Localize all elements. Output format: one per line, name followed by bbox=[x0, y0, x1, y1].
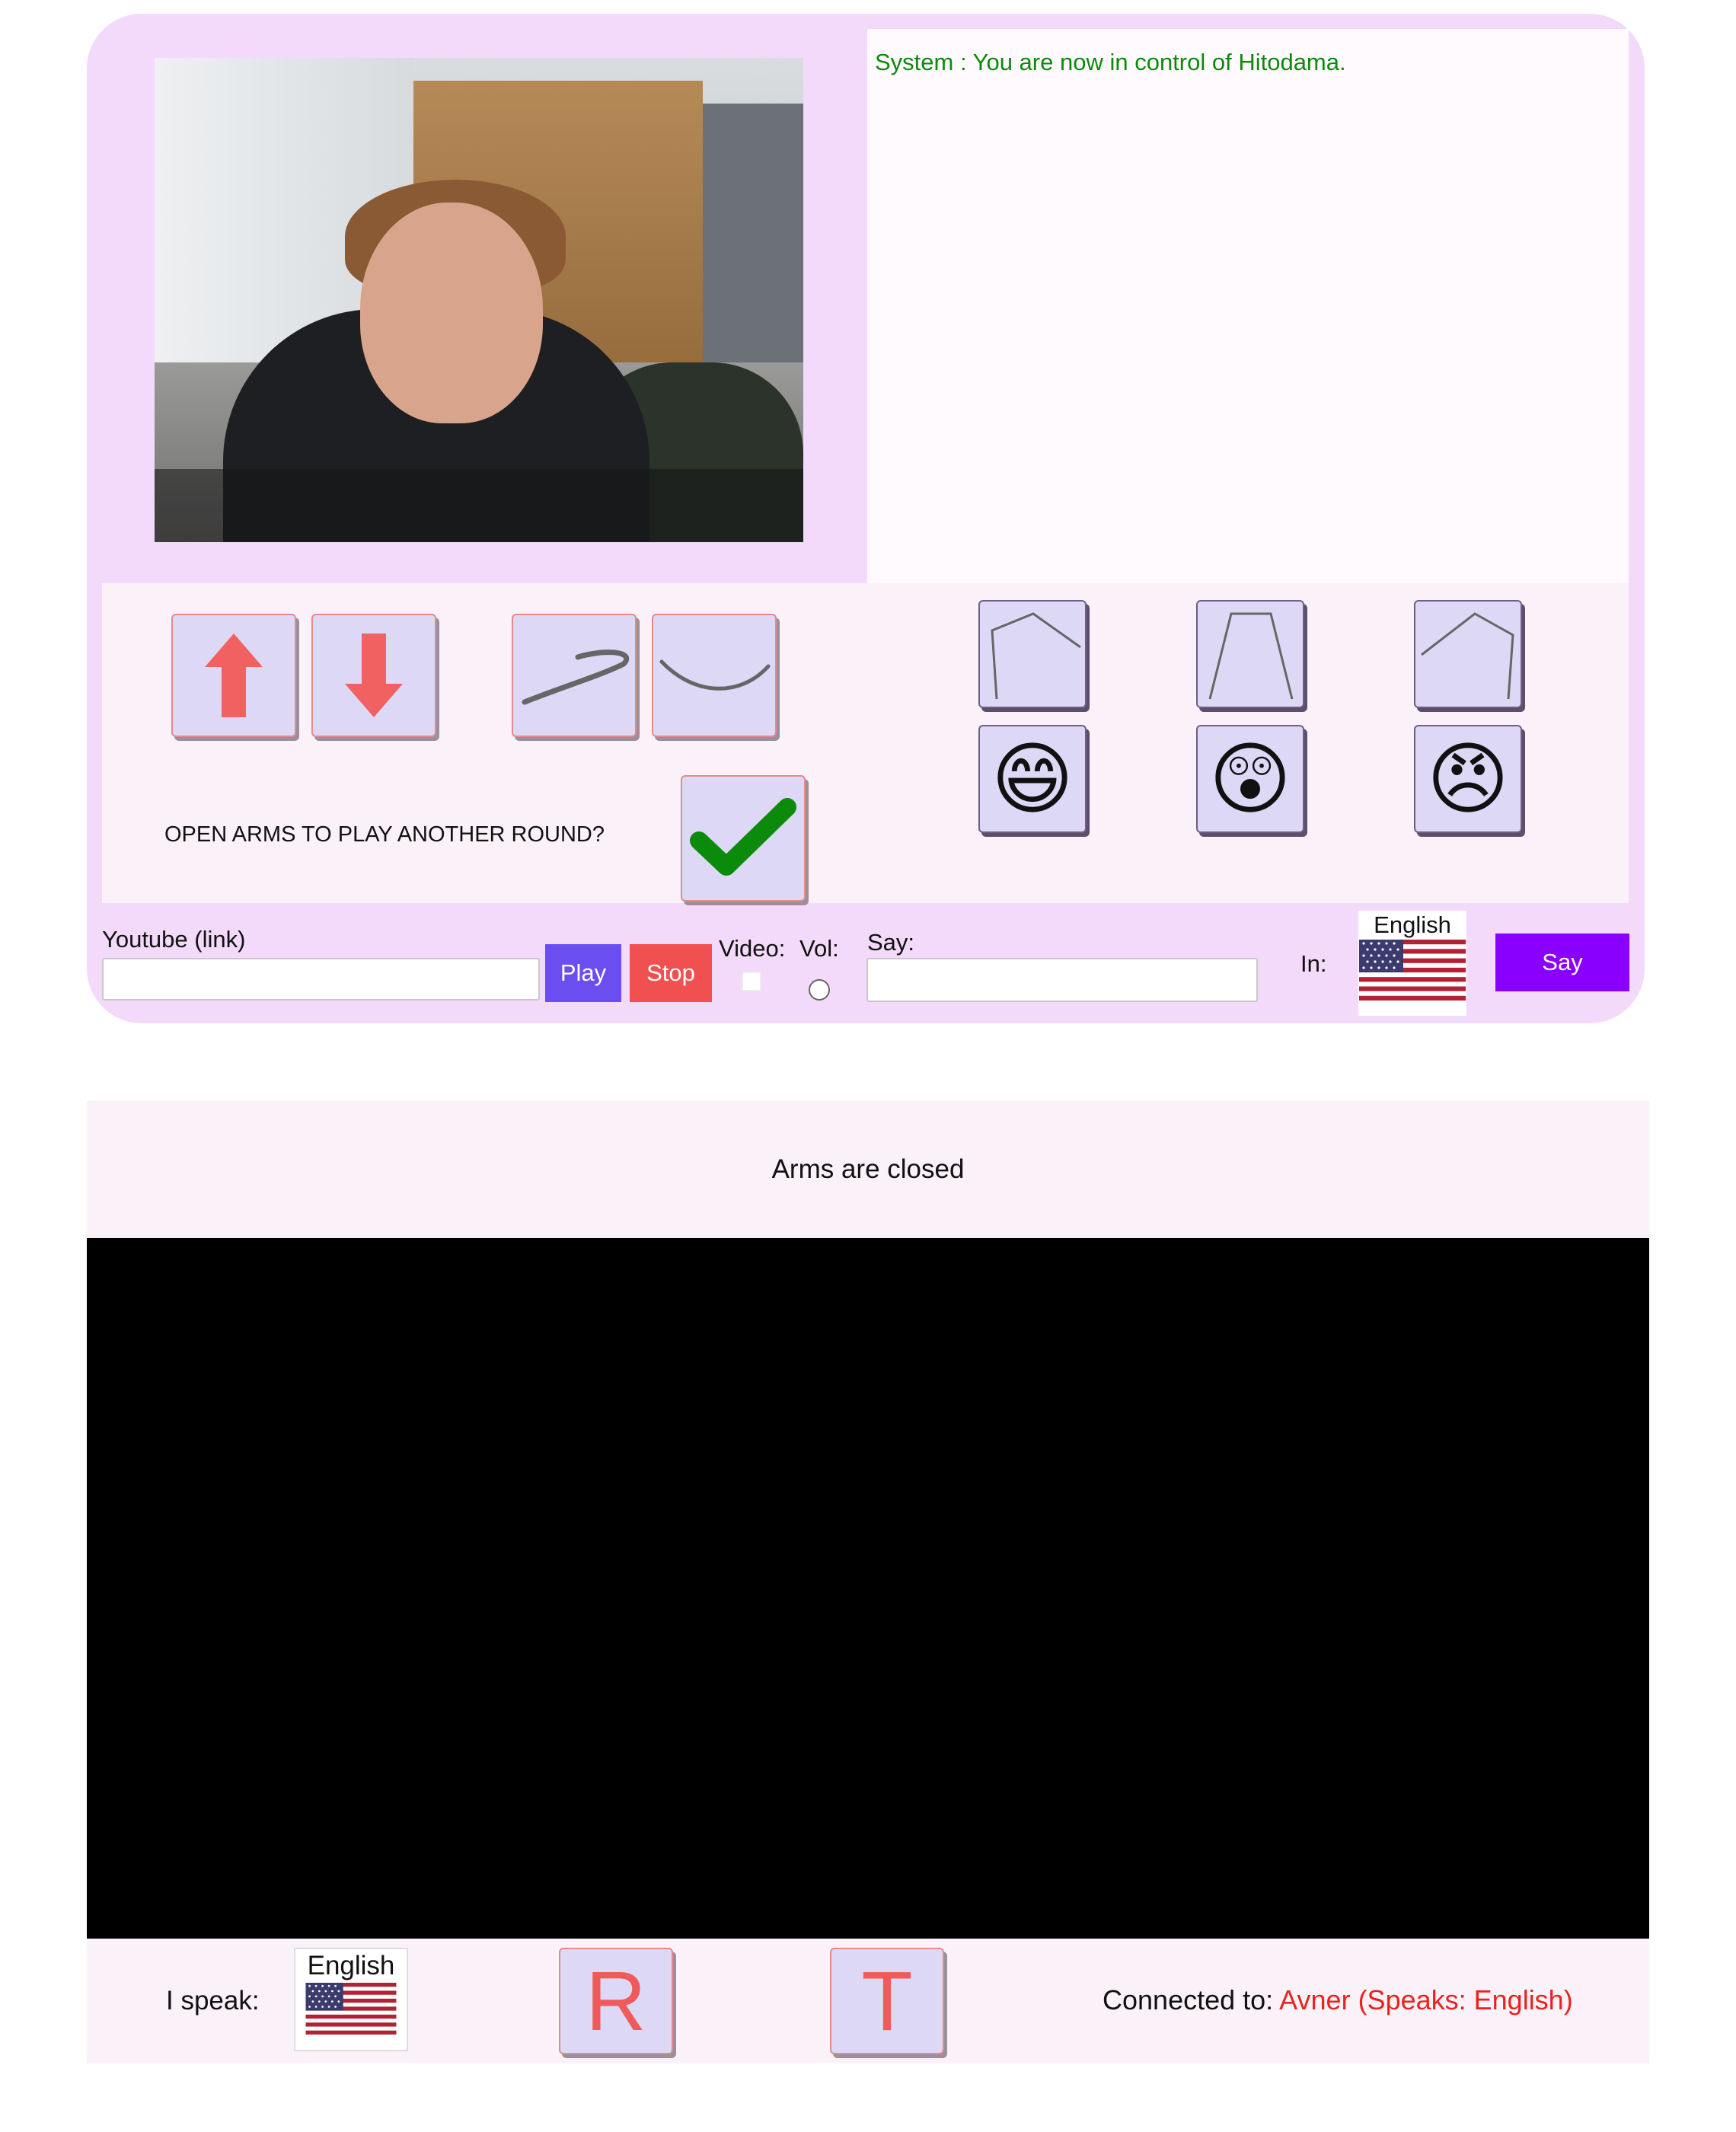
confirm-button[interactable] bbox=[681, 775, 806, 902]
video-label: Video: bbox=[719, 935, 786, 962]
pose-bent-right-button[interactable] bbox=[1414, 600, 1522, 708]
happy-face-icon: 😄 bbox=[991, 732, 1074, 825]
youtube-link-input[interactable] bbox=[102, 958, 540, 1001]
connection-status: Connected to: Avner (Speaks: English) bbox=[1103, 1984, 1573, 2016]
emotion-happy-button[interactable]: 😄 bbox=[978, 725, 1087, 833]
arm-control-area: OPEN ARMS TO PLAY ANOTHER ROUND? bbox=[102, 583, 895, 903]
us-flag-icon bbox=[305, 1983, 397, 2035]
youtube-label: Youtube (link) bbox=[102, 926, 246, 953]
camera-doorway bbox=[703, 104, 803, 393]
my-language-selector[interactable]: English bbox=[294, 1948, 408, 2051]
arm-status-bar: Arms are closed bbox=[87, 1101, 1649, 1238]
robot-camera-feed bbox=[155, 58, 803, 542]
i-speak-label: I speak: bbox=[166, 1986, 260, 2016]
arm-wave-button[interactable] bbox=[512, 614, 637, 737]
control-panel: System : You are now in control of Hitod… bbox=[87, 14, 1645, 1023]
say-in-label: In: bbox=[1300, 950, 1327, 977]
t-button[interactable]: T bbox=[830, 1948, 944, 2054]
curve-icon bbox=[659, 659, 771, 691]
pose-bent-left-icon bbox=[991, 612, 1081, 700]
video-player[interactable] bbox=[87, 1238, 1649, 1939]
arm-curve-button[interactable] bbox=[652, 614, 777, 737]
pose-trapezoid-button[interactable] bbox=[1196, 600, 1304, 708]
arrow-up-icon bbox=[205, 634, 263, 717]
say-language-label: English bbox=[1374, 911, 1451, 938]
camera-shadow bbox=[155, 469, 803, 542]
say-button[interactable]: Say bbox=[1495, 934, 1629, 991]
chat-log[interactable]: System : You are now in control of Hitod… bbox=[867, 29, 1629, 583]
arms-down-button[interactable] bbox=[311, 614, 436, 737]
pose-trapezoid-icon bbox=[1208, 612, 1294, 700]
pose-bent-left-button[interactable] bbox=[978, 600, 1087, 708]
camera-person-face bbox=[360, 203, 543, 423]
checkmark-icon bbox=[690, 798, 796, 876]
emotion-surprised-button[interactable]: 😲 bbox=[1196, 725, 1304, 833]
volume-toggle[interactable] bbox=[809, 979, 830, 1001]
say-label: Say: bbox=[867, 929, 915, 956]
arm-status-text: Arms are closed bbox=[771, 1154, 965, 1184]
video-checkbox[interactable] bbox=[742, 972, 761, 991]
wave-icon bbox=[522, 649, 630, 705]
r-button[interactable]: R bbox=[559, 1948, 673, 2054]
my-language-label: English bbox=[307, 1951, 395, 1980]
angry-face-icon: 😠 bbox=[1426, 732, 1510, 825]
arms-up-button[interactable] bbox=[171, 614, 296, 737]
youtube-play-button[interactable]: Play bbox=[545, 944, 621, 1002]
us-flag-icon bbox=[1359, 940, 1466, 1001]
arrow-down-icon bbox=[345, 634, 403, 717]
connected-label: Connected to: bbox=[1103, 1984, 1274, 2016]
say-text-input[interactable] bbox=[866, 958, 1258, 1002]
session-bar: I speak: English R T Connected to: Avner bbox=[87, 1939, 1649, 2063]
youtube-stop-button[interactable]: Stop bbox=[630, 944, 712, 1002]
volume-label: Vol: bbox=[799, 935, 839, 962]
surprised-face-icon: 😲 bbox=[1208, 732, 1292, 825]
say-language-selector[interactable]: English bbox=[1358, 911, 1466, 1016]
chat-message-system: System : You are now in control of Hitod… bbox=[875, 49, 1346, 75]
connected-peer: Avner (Speaks: English) bbox=[1279, 1984, 1573, 2016]
pose-emotion-area: 😄 😲 😠 bbox=[867, 583, 1629, 903]
round-prompt: OPEN ARMS TO PLAY ANOTHER ROUND? bbox=[164, 822, 605, 847]
emotion-angry-button[interactable]: 😠 bbox=[1414, 725, 1522, 833]
pose-bent-right-icon bbox=[1421, 612, 1514, 700]
